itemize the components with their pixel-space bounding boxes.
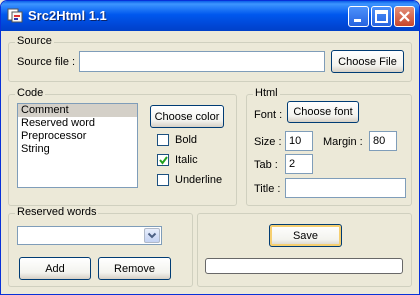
- minimize-button[interactable]: [348, 6, 369, 27]
- window-title: Src2Html 1.1: [28, 8, 107, 23]
- html-group-label: Html: [253, 87, 280, 99]
- tab-input[interactable]: [285, 154, 313, 174]
- code-group-label: Code: [15, 87, 46, 99]
- checkmark-icon: [159, 156, 168, 165]
- bold-checkbox-box[interactable]: [157, 134, 169, 146]
- remove-button[interactable]: Remove: [98, 257, 171, 280]
- reserved-words-group: Reserved words Add Remove: [8, 206, 193, 287]
- title-input[interactable]: [285, 178, 406, 198]
- list-item[interactable]: Comment: [18, 104, 137, 117]
- app-window: Src2Html 1.1 Source Source file : Choose…: [0, 0, 420, 295]
- list-item[interactable]: Reserved word: [18, 117, 137, 130]
- underline-checkbox-box[interactable]: [157, 174, 169, 186]
- choose-file-button[interactable]: Choose File: [331, 50, 404, 73]
- source-file-label: Source file :: [17, 56, 76, 68]
- source-group-label: Source: [15, 35, 54, 47]
- tab-label: Tab :: [254, 159, 278, 171]
- app-icon: [7, 7, 23, 23]
- code-group: Code Comment Reserved word Preprocessor …: [8, 87, 237, 206]
- underline-checkbox[interactable]: Underline: [157, 174, 222, 186]
- maximize-icon: [375, 10, 388, 23]
- italic-checkbox[interactable]: Italic: [157, 154, 198, 166]
- size-label: Size :: [254, 136, 282, 148]
- underline-label: Underline: [175, 174, 223, 186]
- choose-font-button[interactable]: Choose font: [287, 101, 359, 123]
- italic-checkbox-box[interactable]: [157, 154, 169, 166]
- minimize-icon: [354, 19, 361, 22]
- font-label: Font :: [254, 109, 283, 121]
- source-group: Source Source file : Choose File: [8, 35, 412, 82]
- source-file-input[interactable]: [79, 51, 325, 72]
- reserved-words-combo[interactable]: [17, 226, 162, 245]
- list-item[interactable]: Preprocessor: [18, 130, 137, 143]
- title-bar[interactable]: Src2Html 1.1: [1, 1, 419, 31]
- list-item[interactable]: String: [18, 143, 137, 156]
- reserved-words-group-label: Reserved words: [15, 206, 99, 218]
- html-group: Html Font : Choose font Size : Margin : …: [246, 87, 412, 206]
- add-button[interactable]: Add: [19, 257, 91, 280]
- margin-input[interactable]: [369, 131, 397, 151]
- save-button[interactable]: Save: [269, 224, 342, 247]
- close-icon: [399, 11, 410, 22]
- italic-label: Italic: [175, 154, 198, 166]
- actions-panel: Save: [197, 213, 412, 287]
- progress-bar: [205, 258, 403, 274]
- margin-label: Margin :: [323, 136, 363, 148]
- choose-color-button[interactable]: Choose color: [150, 105, 224, 128]
- chevron-down-icon: [147, 232, 157, 239]
- size-input[interactable]: [285, 131, 313, 151]
- maximize-button[interactable]: [371, 6, 392, 27]
- close-button[interactable]: [394, 6, 415, 27]
- dropdown-button[interactable]: [144, 228, 160, 243]
- code-style-list[interactable]: Comment Reserved word Preprocessor Strin…: [17, 103, 138, 188]
- title-label: Title :: [254, 183, 281, 195]
- bold-checkbox[interactable]: Bold: [157, 134, 197, 146]
- bold-label: Bold: [175, 134, 198, 146]
